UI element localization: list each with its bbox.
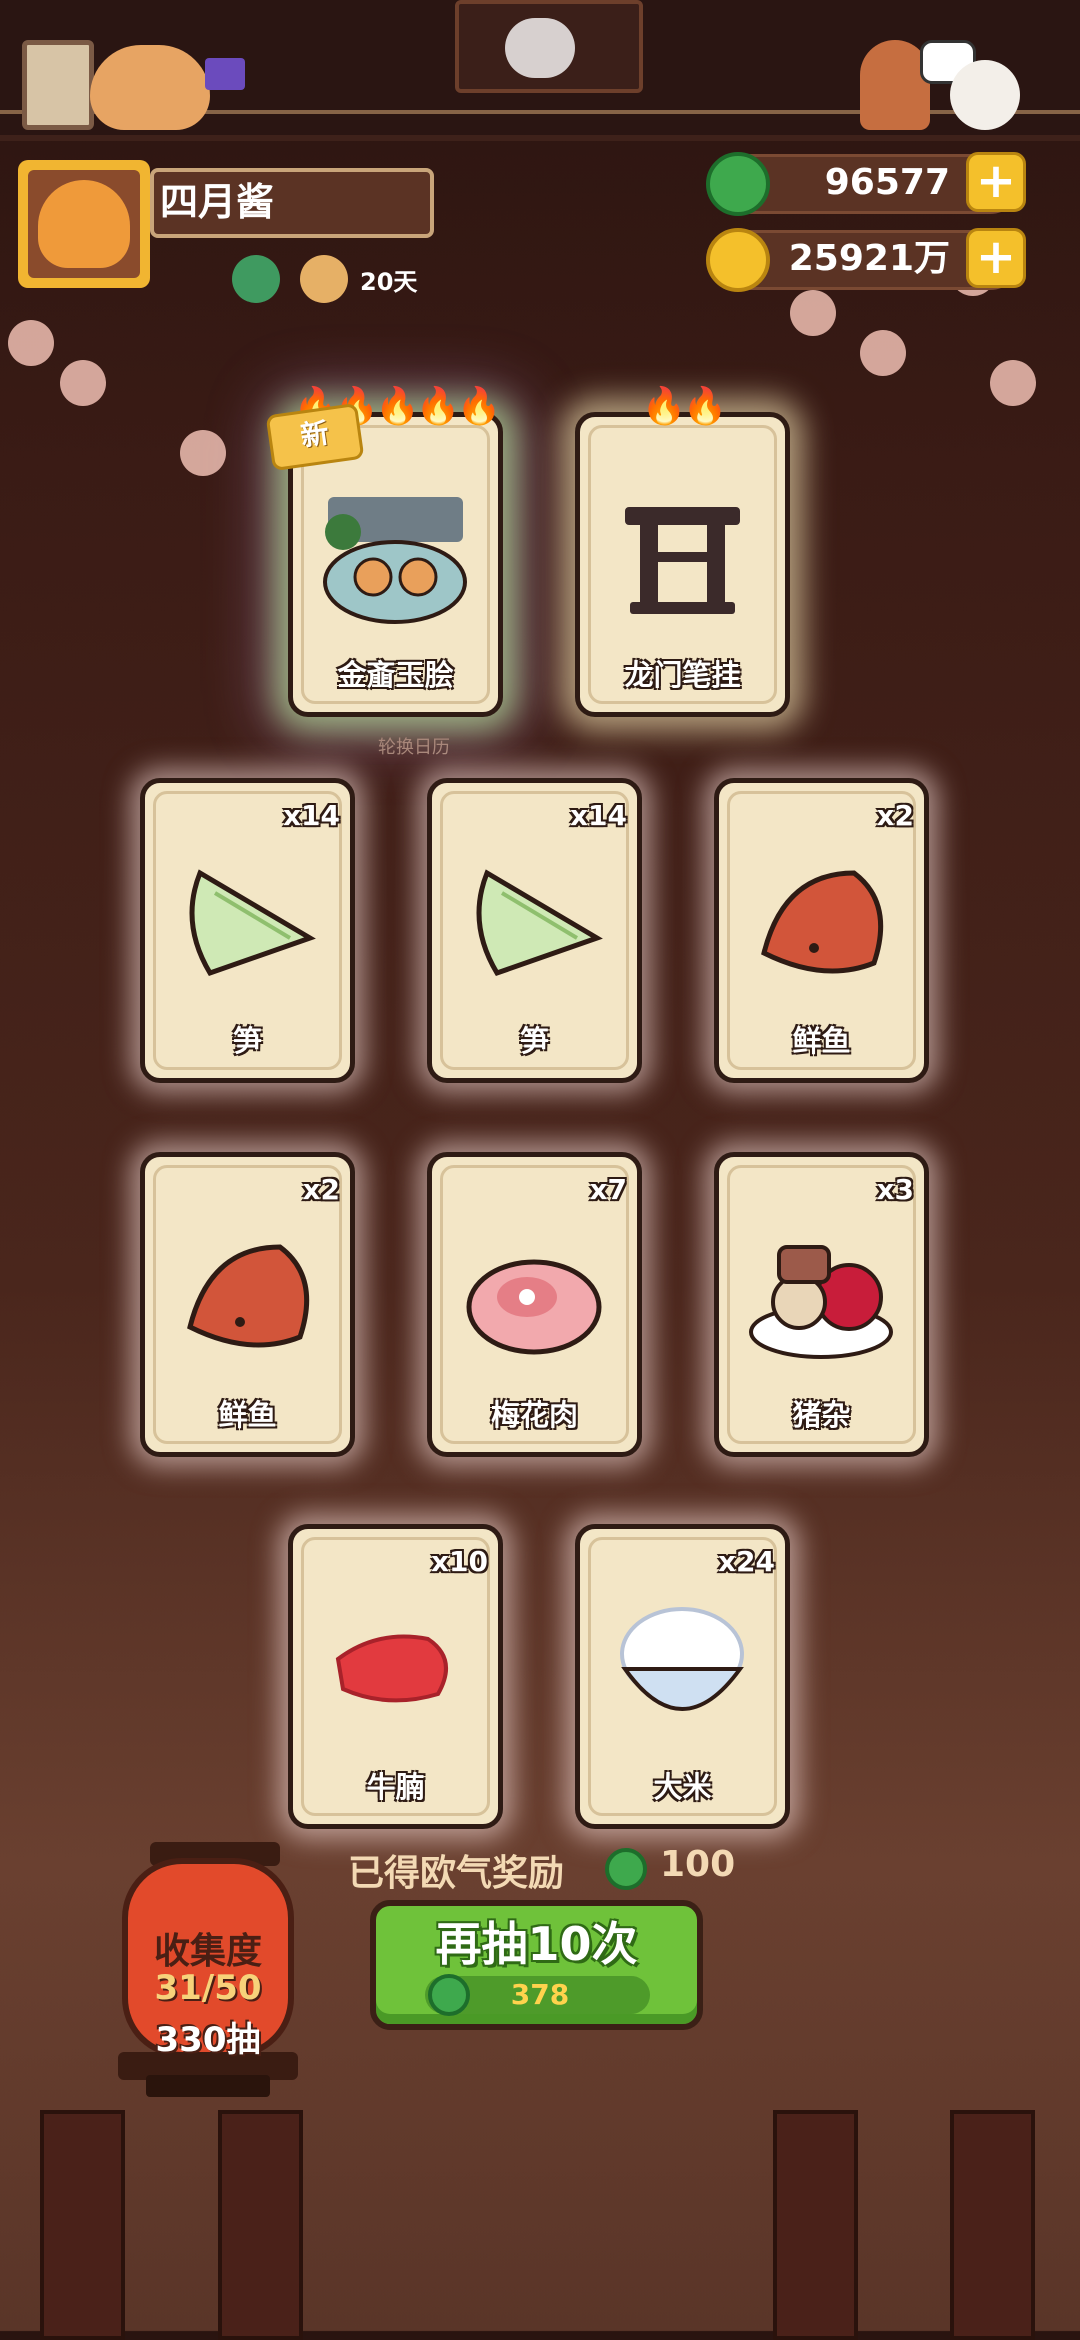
blossom-decoration [8, 320, 54, 366]
blossom-decoration [860, 330, 906, 376]
lantern-stand [146, 2075, 270, 2097]
collection-progress: 31/50 [154, 1968, 262, 2008]
bamboo-shoot-icon [476, 869, 603, 977]
white-cat-decoration [950, 60, 1020, 130]
card-quantity: x7 [589, 1173, 627, 1206]
jade-amount: 96577 [824, 162, 950, 203]
dish-platter-icon [323, 497, 467, 624]
jade-coin-icon [428, 1974, 470, 2016]
fish-icon [187, 1244, 310, 1348]
rice-bowl-icon [620, 1607, 744, 1711]
wooden-post [40, 2110, 125, 2340]
owl-badge-icon[interactable] [232, 255, 280, 303]
bamboo-shoot-icon [189, 869, 316, 977]
result-card[interactable]: x14 笋 [427, 778, 642, 1083]
card-quantity: x2 [302, 1173, 340, 1206]
card-label: 大米 [653, 1770, 712, 1804]
result-card[interactable]: x10 牛腩 [288, 1524, 503, 1829]
card-label: 龙门笔挂 [624, 658, 741, 692]
card-label: 梅花肉 [490, 1398, 578, 1432]
days-count: 20天 [360, 268, 418, 296]
wooden-post [773, 2110, 858, 2340]
card-quantity: x24 [717, 1545, 775, 1578]
cat-avatar-icon [38, 180, 130, 268]
coin-amount: 25921万 [788, 238, 950, 279]
wooden-post [950, 2110, 1035, 2340]
result-card[interactable]: x24 大米 [575, 1524, 790, 1829]
card-quantity: x2 [876, 799, 914, 832]
result-card[interactable]: x2 鲜鱼 [140, 1152, 355, 1457]
draw-again-label: 再抽10次 [435, 1917, 638, 1971]
card-quantity: x14 [569, 799, 627, 832]
card-label: 鲜鱼 [792, 1024, 851, 1058]
result-card[interactable]: 🔥🔥🔥🔥🔥 新 金齑玉脍 [265, 386, 503, 717]
result-card[interactable]: x2 鲜鱼 [714, 778, 929, 1083]
jade-coin-icon [605, 1848, 647, 1890]
grandpa-cat-sign-icon [505, 18, 575, 78]
blossom-decoration [790, 290, 836, 336]
fish-icon [761, 870, 884, 974]
card-quantity: x10 [430, 1545, 488, 1578]
card-label: 金齑玉脍 [337, 658, 454, 692]
card-label: 猪杂 [792, 1398, 851, 1432]
card-quantity: x3 [876, 1173, 914, 1206]
result-card[interactable]: x14 笋 [140, 778, 355, 1083]
wooden-post [218, 2110, 303, 2340]
rarity-flames-icon: 🔥🔥 [641, 386, 728, 427]
result-card[interactable]: x3 猪杂 [714, 1152, 929, 1457]
add-jade-button[interactable]: + [966, 152, 1026, 212]
offal-icon [749, 1245, 893, 1359]
blossom-decoration [180, 430, 226, 476]
rotation-caption: 轮换日历 [378, 737, 450, 758]
paw-book-icon[interactable] [22, 40, 94, 130]
card-label: 鲜鱼 [218, 1398, 277, 1432]
player-name: 四月酱 [160, 180, 275, 224]
brush-rack-icon [625, 507, 740, 614]
card-label: 牛腩 [366, 1770, 425, 1804]
draw-count: 330抽 [155, 2020, 261, 2060]
cat-sign-decoration [205, 58, 245, 90]
result-card[interactable]: 🔥🔥 龙门笔挂 [575, 386, 790, 717]
result-card[interactable]: x7 梅花肉 [427, 1152, 642, 1457]
add-coin-button[interactable]: + [966, 228, 1026, 288]
blossom-decoration [60, 360, 106, 406]
draw-cost: 378 [510, 1978, 570, 2011]
blossom-decoration [990, 360, 1036, 406]
orange-cat-decoration [90, 45, 210, 130]
card-label: 笋 [519, 1024, 549, 1058]
collection-title: 收集度 [153, 1931, 262, 1972]
reward-text: 已得欧气奖励 [348, 1853, 565, 1894]
pork-icon [466, 1259, 602, 1355]
reward-value: 100 [660, 1844, 736, 1885]
card-quantity: x14 [282, 799, 340, 832]
card-label: 笋 [232, 1024, 262, 1058]
beef-icon [335, 1634, 448, 1703]
bowl-badge-icon[interactable] [300, 255, 348, 303]
